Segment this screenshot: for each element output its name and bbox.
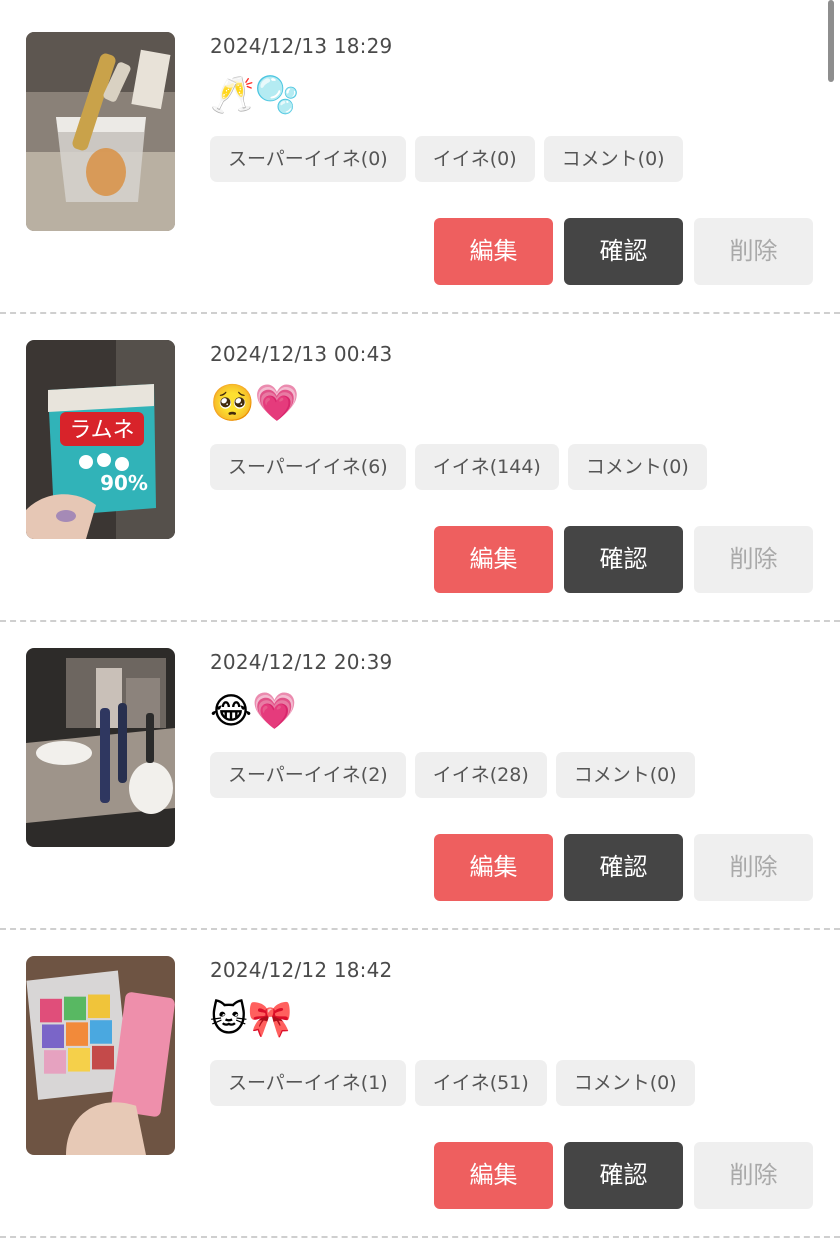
post-divider [0, 1236, 840, 1238]
post-timestamp: 2024/12/12 18:42 [210, 958, 393, 982]
like-chip[interactable]: イイネ(28) [414, 752, 547, 798]
post-emoji-caption: 🥂🫧 [210, 75, 300, 116]
scrollbar[interactable] [828, 0, 834, 82]
post-item: ラムネ 90% 2024/12/13 00:43 🥺💗 スーパーイイネ(6) イ… [0, 308, 840, 622]
super-like-chip[interactable]: スーパーイイネ(0) [210, 136, 406, 182]
like-chip[interactable]: イイネ(144) [414, 444, 559, 490]
photo-text-percent: 90% [100, 471, 148, 495]
champagne-photo [26, 32, 175, 231]
edit-button[interactable]: 編集 [434, 218, 553, 285]
delete-button[interactable]: 削除 [694, 526, 813, 593]
comment-chip[interactable]: コメント(0) [555, 1060, 695, 1106]
post-item: 2024/12/12 20:39 😂💗 スーパーイイネ(2) イイネ(28) コ… [0, 616, 840, 930]
edit-button[interactable]: 編集 [434, 526, 553, 593]
table-photo [26, 648, 175, 847]
post-emoji-caption: 🐱🎀 [210, 999, 293, 1040]
post-thumbnail[interactable]: ラムネ 90% [26, 340, 175, 539]
confirm-button[interactable]: 確認 [564, 834, 683, 901]
post-thumbnail[interactable] [26, 32, 175, 231]
post-thumbnail[interactable] [26, 956, 175, 1155]
post-timestamp: 2024/12/13 00:43 [210, 342, 393, 366]
confirm-button[interactable]: 確認 [564, 1142, 683, 1209]
post-emoji-caption: 🥺💗 [210, 383, 300, 424]
post-timestamp: 2024/12/13 18:29 [210, 34, 393, 58]
comment-chip[interactable]: コメント(0) [543, 136, 683, 182]
ramune-candy-photo: ラムネ 90% [26, 340, 175, 539]
photo-text-ramune: ラムネ [69, 418, 134, 443]
delete-button[interactable]: 削除 [694, 218, 813, 285]
edit-button[interactable]: 編集 [434, 834, 553, 901]
post-item: 2024/12/12 18:42 🐱🎀 スーパーイイネ(1) イイネ(51) コ… [0, 924, 840, 1238]
comment-chip[interactable]: コメント(0) [555, 752, 695, 798]
delete-button[interactable]: 削除 [694, 1142, 813, 1209]
super-like-chip[interactable]: スーパーイイネ(1) [210, 1060, 406, 1106]
confirm-button[interactable]: 確認 [564, 526, 683, 593]
stickers-photo [26, 956, 175, 1155]
post-emoji-caption: 😂💗 [210, 691, 297, 732]
comment-chip[interactable]: コメント(0) [567, 444, 707, 490]
like-chip[interactable]: イイネ(51) [414, 1060, 547, 1106]
edit-button[interactable]: 編集 [434, 1142, 553, 1209]
post-feed: 2024/12/13 18:29 🥂🫧 スーパーイイネ(0) イイネ(0) コメ… [0, 0, 840, 1256]
delete-button[interactable]: 削除 [694, 834, 813, 901]
post-item: 2024/12/13 18:29 🥂🫧 スーパーイイネ(0) イイネ(0) コメ… [0, 0, 840, 314]
post-thumbnail[interactable] [26, 648, 175, 847]
super-like-chip[interactable]: スーパーイイネ(6) [210, 444, 406, 490]
post-timestamp: 2024/12/12 20:39 [210, 650, 393, 674]
super-like-chip[interactable]: スーパーイイネ(2) [210, 752, 406, 798]
like-chip[interactable]: イイネ(0) [414, 136, 535, 182]
confirm-button[interactable]: 確認 [564, 218, 683, 285]
